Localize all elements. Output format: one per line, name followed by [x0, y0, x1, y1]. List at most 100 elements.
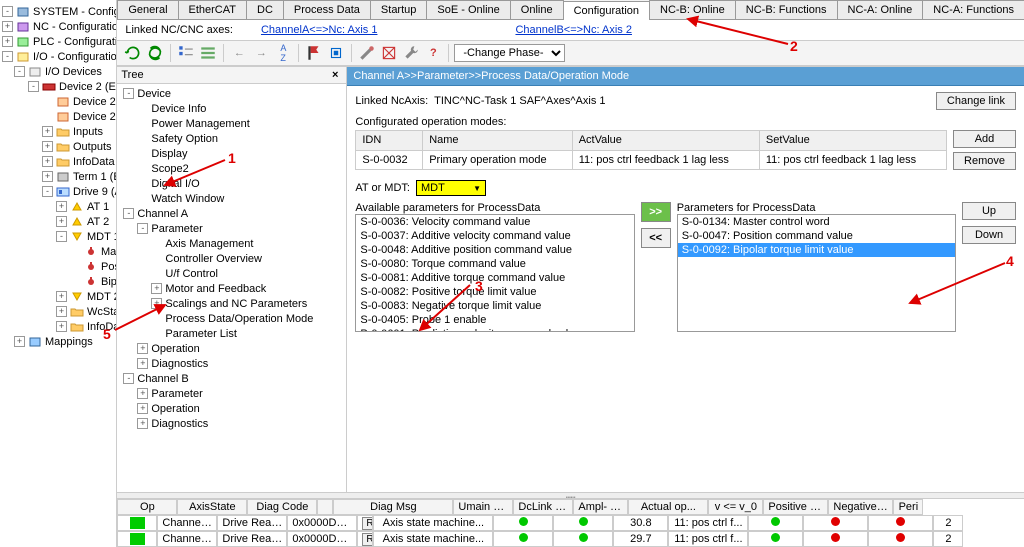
tab-online[interactable]: Online [510, 0, 564, 19]
back-icon[interactable]: ← [229, 43, 249, 63]
expand-icon[interactable] [151, 328, 162, 339]
refresh-all-icon[interactable] [145, 43, 165, 63]
expand-icon[interactable]: - [137, 223, 148, 234]
config-tree-item[interactable]: -Parameter [119, 221, 344, 236]
expand-icon[interactable] [42, 111, 53, 122]
expand-icon[interactable]: + [56, 321, 67, 332]
config-tree-item[interactable]: Safety Option [119, 131, 344, 146]
expand-icon[interactable] [137, 178, 148, 189]
list-item[interactable]: S-0-0048: Additive position command valu… [356, 243, 633, 257]
expand-icon[interactable]: - [28, 81, 39, 92]
expand-icon[interactable]: - [14, 66, 25, 77]
list-item[interactable]: S-0-0092: Bipolar torque limit value [678, 243, 955, 257]
tab-nc-a-functions[interactable]: NC-A: Functions [922, 0, 1024, 19]
expand-icon[interactable] [70, 276, 81, 287]
list-item[interactable]: S-0-0037: Additive velocity command valu… [356, 229, 633, 243]
expand-icon[interactable]: + [137, 343, 148, 354]
tree-item[interactable]: +WcState [0, 304, 116, 319]
list-item[interactable]: S-0-0082: Positive torque limit value [356, 285, 633, 299]
forward-icon[interactable]: → [251, 43, 271, 63]
list-item[interactable]: S-0-0405: Probe 1 enable [356, 313, 633, 327]
tree-item[interactable]: +InfoData [0, 319, 116, 334]
expand-icon[interactable]: + [42, 126, 53, 137]
config-tree-item[interactable]: Display [119, 146, 344, 161]
expand-icon[interactable]: + [151, 283, 162, 294]
expand-icon[interactable] [151, 238, 162, 249]
config-tree-item[interactable]: Scope2 [119, 161, 344, 176]
tree-item[interactable]: -I/O Devices [0, 64, 116, 79]
expand-icon[interactable]: + [42, 171, 53, 182]
config-tree-item[interactable]: -Device [119, 86, 344, 101]
tool2-icon[interactable] [379, 43, 399, 63]
tab-general[interactable]: General [117, 0, 178, 19]
chip-icon[interactable] [326, 43, 346, 63]
tab-startup[interactable]: Startup [370, 0, 427, 19]
at-mdt-select[interactable]: MDT▼ [416, 180, 486, 196]
expand-icon[interactable]: + [56, 216, 67, 227]
expand-icon[interactable]: + [2, 36, 13, 47]
reset-button[interactable]: R [362, 533, 373, 546]
reset-button[interactable]: R [362, 517, 373, 530]
tree-view-icon[interactable] [176, 43, 196, 63]
expand-icon[interactable]: + [42, 156, 53, 167]
list-item[interactable]: S-0-0081: Additive torque command value [356, 271, 633, 285]
config-tree-item[interactable]: U/f Control [119, 266, 344, 281]
expand-icon[interactable] [151, 268, 162, 279]
tree-item[interactable]: -Device 2 (EtherCAT) [0, 79, 116, 94]
expand-icon[interactable] [137, 193, 148, 204]
config-tree-item[interactable]: +Diagnostics [119, 356, 344, 371]
list-view-icon[interactable] [198, 43, 218, 63]
tree-item[interactable]: Device 2-Image [0, 94, 116, 109]
tab-ethercat[interactable]: EtherCAT [178, 0, 247, 19]
expand-icon[interactable] [151, 253, 162, 264]
config-tree-item[interactable]: Controller Overview [119, 251, 344, 266]
config-tree-item[interactable]: Process Data/Operation Mode [119, 311, 344, 326]
tab-configuration[interactable]: Configuration [563, 1, 650, 20]
expand-icon[interactable]: - [123, 208, 134, 219]
expand-icon[interactable]: - [42, 186, 53, 197]
config-tree-item[interactable]: +Diagnostics [119, 416, 344, 431]
expand-icon[interactable]: + [56, 291, 67, 302]
sort-az-icon[interactable]: AZ [273, 43, 293, 63]
list-item[interactable]: S-0-0047: Position command value [678, 229, 955, 243]
available-parameters-list[interactable]: S-0-0036: Velocity command valueS-0-0037… [355, 214, 634, 332]
expand-icon[interactable]: - [56, 231, 67, 242]
config-tree-item[interactable]: -Channel A [119, 206, 344, 221]
add-param-button[interactable]: >> [641, 202, 671, 222]
link-channel-a[interactable]: ChannelA<=>Nc: Axis 1 [261, 24, 378, 36]
list-item[interactable]: P-0-0601: Predictive velocity command va… [356, 327, 633, 332]
list-item[interactable]: S-0-0134: Master control word [678, 215, 955, 229]
list-item[interactable]: S-0-0036: Velocity command value [356, 215, 633, 229]
tab-nc-b-functions[interactable]: NC-B: Functions [735, 0, 838, 19]
config-tree-item[interactable]: -Channel B [119, 371, 344, 386]
tab-dc[interactable]: DC [246, 0, 284, 19]
config-tree-item[interactable]: +Operation [119, 341, 344, 356]
down-button[interactable]: Down [962, 226, 1016, 244]
add-button[interactable]: Add [953, 130, 1016, 148]
help-icon[interactable]: ? [423, 43, 443, 63]
config-tree-item[interactable]: +Motor and Feedback [119, 281, 344, 296]
tree-item[interactable]: Master control word [0, 244, 116, 259]
expand-icon[interactable]: - [2, 6, 13, 17]
phase-select[interactable]: -Change Phase- [454, 44, 565, 62]
tree-item[interactable]: -SYSTEM - Configuration [0, 4, 116, 19]
expand-icon[interactable] [137, 133, 148, 144]
config-tree-item[interactable]: Watch Window [119, 191, 344, 206]
expand-icon[interactable] [70, 261, 81, 272]
expand-icon[interactable] [137, 103, 148, 114]
change-link-button[interactable]: Change link [936, 92, 1016, 110]
tree-item[interactable]: +Inputs [0, 124, 116, 139]
list-item[interactable]: S-0-0083: Negative torque limit value [356, 299, 633, 313]
tool1-icon[interactable] [357, 43, 377, 63]
expand-icon[interactable]: + [42, 141, 53, 152]
tree-item[interactable]: +AT 1 [0, 199, 116, 214]
remove-button[interactable]: Remove [953, 152, 1016, 170]
flag-icon[interactable] [304, 43, 324, 63]
refresh-icon[interactable] [123, 43, 143, 63]
config-tree-item[interactable]: +Parameter [119, 386, 344, 401]
tree-item[interactable]: +InfoData [0, 154, 116, 169]
expand-icon[interactable]: + [56, 306, 67, 317]
remove-param-button[interactable]: << [641, 228, 671, 248]
tree-item[interactable]: +MDT 2 [0, 289, 116, 304]
expand-icon[interactable]: - [123, 373, 134, 384]
